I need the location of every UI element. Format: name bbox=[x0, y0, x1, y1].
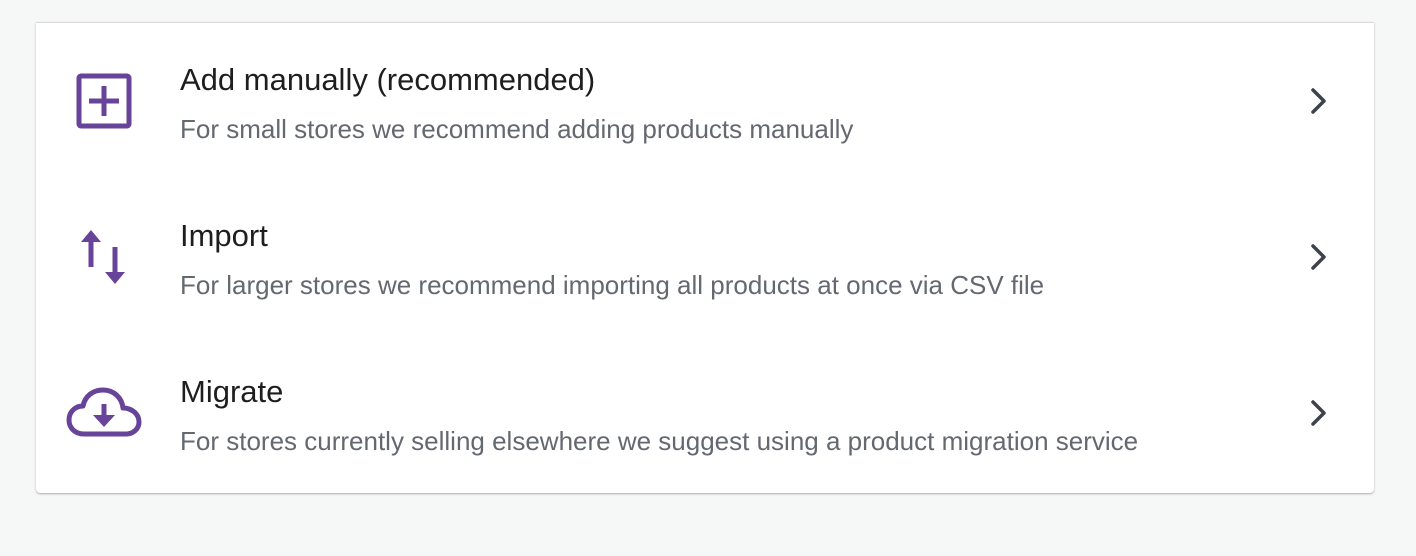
arrows-up-down-icon bbox=[66, 225, 142, 289]
option-description: For small stores we recommend adding pro… bbox=[180, 114, 854, 144]
option-title: Migrate bbox=[180, 374, 284, 409]
option-title: Import bbox=[180, 218, 268, 253]
chevron-right-icon bbox=[1304, 241, 1332, 273]
option-description: For larger stores we recommend importing… bbox=[180, 270, 1045, 300]
option-description: For stores currently selling elsewhere w… bbox=[180, 426, 1139, 456]
add-products-options-card: Add manually (recommended) For small sto… bbox=[36, 22, 1374, 493]
plus-square-icon bbox=[66, 69, 142, 133]
option-migrate[interactable]: Migrate For stores currently selling els… bbox=[36, 335, 1374, 491]
chevron-right-icon bbox=[1304, 85, 1332, 117]
option-title: Add manually (recommended) bbox=[180, 62, 596, 97]
option-add-manually[interactable]: Add manually (recommended) For small sto… bbox=[36, 23, 1374, 179]
option-import[interactable]: Import For larger stores we recommend im… bbox=[36, 179, 1374, 335]
chevron-right-icon bbox=[1304, 397, 1332, 429]
cloud-download-icon bbox=[66, 381, 142, 445]
